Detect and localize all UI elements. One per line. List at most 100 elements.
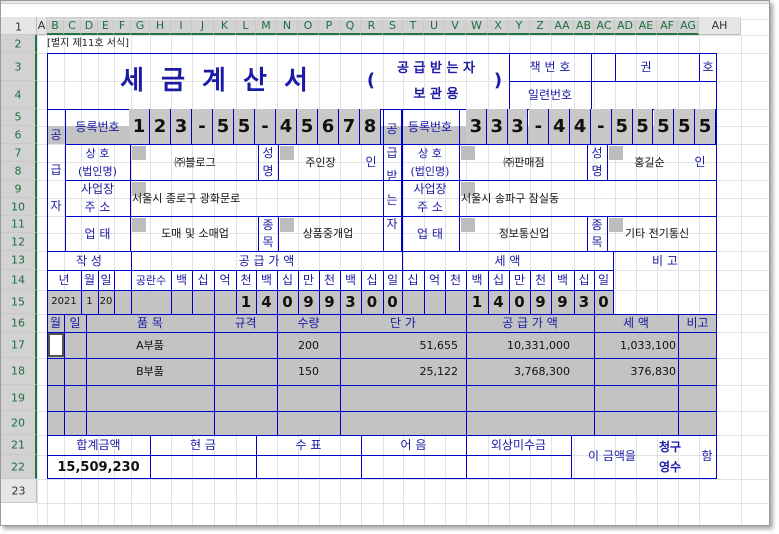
tax-digit: 1 (471, 292, 483, 311)
supplier-reg-digit: - (192, 109, 213, 144)
receiver-biz-item: 기타 전기통신 (624, 227, 690, 240)
row-header[interactable]: 9 (1, 180, 37, 198)
item-name: B부품 (136, 364, 164, 378)
selected-cell (48, 333, 64, 357)
row-header[interactable]: 12 (1, 233, 37, 251)
supplier-name-label1: 상 호 (85, 146, 110, 160)
supplier-item-label1: 종 (262, 217, 274, 232)
tax-place-label: 십 (492, 273, 505, 287)
receiver-side-label: 는 (386, 192, 398, 207)
supplier-reg-digit: 1 (129, 109, 150, 144)
row-header[interactable]: 21 (1, 435, 37, 455)
items-header-amount: 공 급 가 액 (502, 316, 558, 330)
item-name: A부품 (136, 338, 164, 352)
receiver-side-label: 급 (386, 145, 398, 160)
tax-place-label: 백 (556, 273, 569, 287)
receiver-owner: 홍길순 (634, 155, 665, 169)
item-unit-price: 51,655 (419, 338, 459, 352)
items-header-day: 일 (69, 316, 81, 330)
row-header[interactable]: 23 (1, 479, 37, 503)
row-header[interactable]: 13 (1, 251, 37, 270)
row-header[interactable]: 7 (1, 144, 37, 162)
receiver-owner-label1: 성 (591, 146, 603, 160)
supplier-name: ㈜블로그 (174, 155, 216, 169)
supply-digit: 1 (240, 292, 252, 311)
date-col-label: 월 (83, 273, 96, 287)
row-header[interactable]: 4 (1, 81, 37, 109)
receiver-addr-label1: 사업장 (413, 182, 447, 196)
row-header[interactable]: 22 (1, 455, 37, 479)
tax-place-label: 일 (597, 273, 610, 287)
row-header[interactable]: 2 (1, 35, 37, 53)
totals-total-label: 합계금액 (76, 438, 121, 452)
supply-place-label: 십 (197, 273, 209, 287)
gridline (37, 503, 769, 504)
tax-place-label: 백 (471, 273, 483, 287)
row-header[interactable]: 19 (1, 385, 37, 411)
date-header: 작 성 (76, 253, 102, 268)
receiver-reg-digit: - (528, 109, 550, 144)
form-line (47, 385, 717, 386)
receiver-item-label1: 종 (591, 217, 603, 232)
supplier-reg-digit: 6 (318, 109, 339, 144)
items-header-unit_price: 단 가 (390, 316, 416, 330)
supplier-reg-digit: 3 (171, 109, 192, 144)
note-header: 비 고 (652, 253, 678, 268)
gridline (37, 479, 769, 480)
row-header[interactable]: 1 (1, 19, 37, 35)
supplier-reg-digit: 2 (150, 109, 171, 144)
receiver-reg-digit: 5 (611, 109, 633, 144)
supply-place-label: 억 (219, 273, 231, 287)
row-header[interactable]: 8 (1, 162, 37, 180)
supply-digit (171, 290, 192, 314)
row-header[interactable]: 17 (1, 332, 37, 358)
item-tax: 376,830 (630, 364, 677, 378)
supplier-side-label: 급 (50, 163, 62, 178)
row-header[interactable]: 6 (1, 126, 37, 144)
supplier-reg-digit: 5 (213, 109, 234, 144)
receiver-reg-digit: 5 (632, 109, 654, 144)
row-header[interactable]: 11 (1, 216, 37, 233)
row-header[interactable]: 5 (1, 109, 37, 126)
totals-note-label: 어 음 (400, 438, 427, 452)
tax-place-label: 억 (428, 273, 441, 287)
tax-place-label: 천 (534, 273, 547, 287)
receiver-reg-digit: 3 (466, 109, 487, 144)
item-amount: 3,768,300 (514, 364, 570, 378)
supply-digit: 9 (324, 292, 335, 311)
supplier-reg-digit: - (255, 109, 276, 144)
paren-open: ( (366, 70, 376, 91)
claim-label: 청구 (658, 440, 682, 454)
form-label: [별지 제11호 서식] (47, 38, 130, 49)
tax-place-label: 천 (449, 273, 462, 287)
row-header[interactable]: 10 (1, 198, 37, 216)
receiver-side-label: 공 (386, 121, 398, 136)
receiver-copy-line1: 공 급 받 는 자 (397, 60, 475, 76)
form-line (383, 109, 384, 251)
total-amount-value: 15,509,230 (57, 459, 140, 475)
supplier-name-label2: (법인명) (78, 164, 117, 178)
date-value: 2021 (51, 296, 77, 307)
tax-digit: 4 (493, 292, 504, 311)
row-header[interactable]: 15 (1, 290, 37, 314)
items-header-spec: 규격 (234, 316, 257, 330)
items-header-qty: 수량 (297, 316, 320, 330)
supplier-biz-type: 도매 및 소매업 (161, 227, 229, 240)
supplier-reg-digit: 5 (234, 109, 255, 144)
row-header[interactable]: 3 (1, 53, 37, 81)
items-header-month: 월 (49, 316, 62, 330)
receiver-seal: 인 (694, 155, 706, 169)
supplier-addr-label1: 사업장 (80, 182, 115, 196)
spreadsheet-window: A B C D E F G H I J K L M N O P Q R S T U V W X Y Z AA AB AC AD AE AF AG… (0, 0, 770, 526)
amount-text: 이 금액을 (588, 449, 636, 463)
tax-digit: 9 (557, 292, 568, 311)
row-header[interactable]: 20 (1, 411, 37, 435)
receiver-reg-digit: 5 (674, 109, 696, 144)
row-header[interactable]: 18 (1, 358, 37, 385)
tax-place-label: 십 (407, 273, 419, 287)
row-header[interactable]: 16 (1, 314, 37, 332)
tax-digit: 9 (535, 292, 546, 311)
row-header[interactable]: 14 (1, 270, 37, 290)
supply-header: 공 급 가 액 (238, 253, 295, 268)
supplier-seal: 인 (365, 155, 377, 169)
